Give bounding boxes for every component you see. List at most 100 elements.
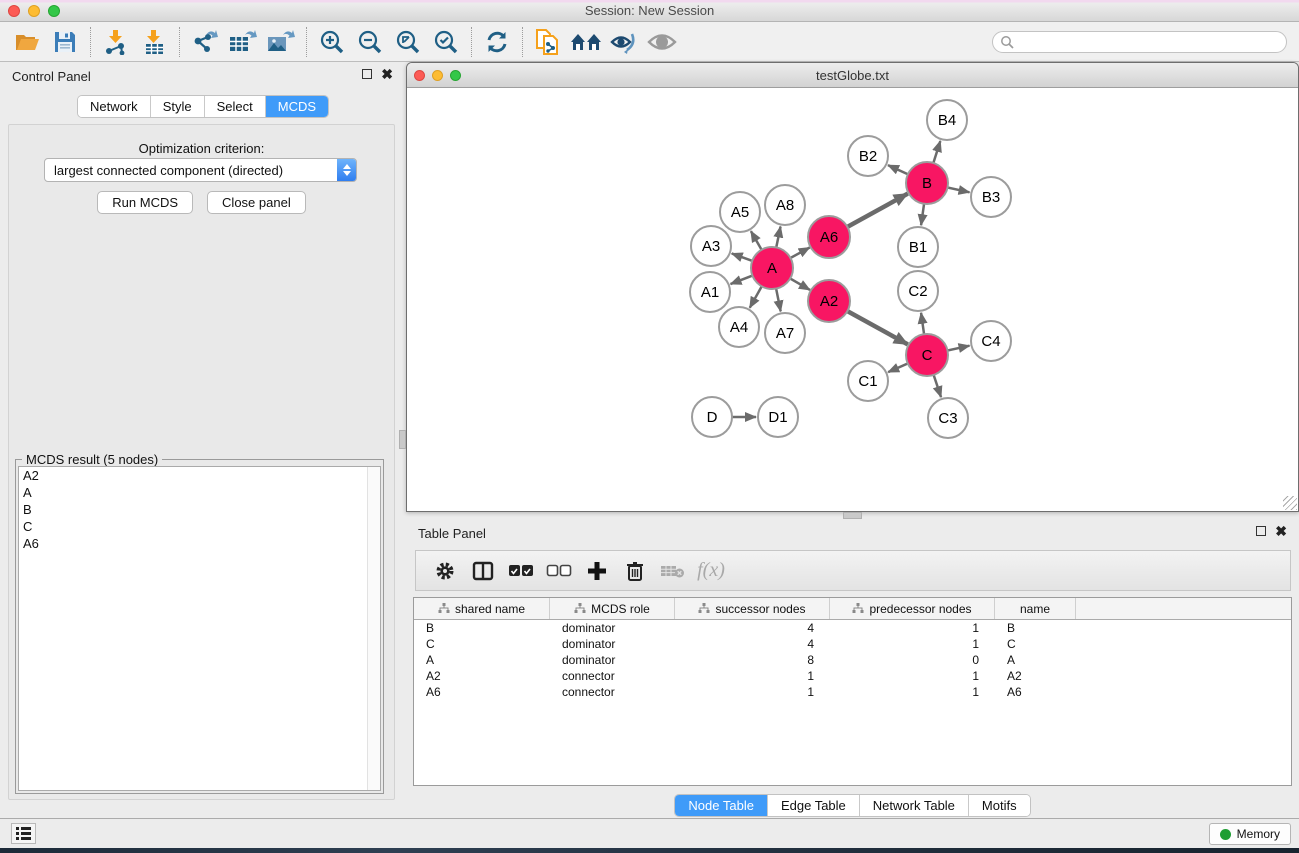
select-all-columns-button[interactable] bbox=[504, 555, 538, 587]
table-cell[interactable]: A bbox=[995, 652, 1076, 668]
import-table-button[interactable] bbox=[135, 25, 173, 59]
table-row[interactable]: A2connector11A2 bbox=[414, 668, 1291, 684]
table-cell[interactable]: 1 bbox=[830, 684, 995, 700]
export-table-button[interactable] bbox=[224, 25, 262, 59]
float-table-panel-icon[interactable] bbox=[1256, 526, 1266, 536]
tab-select[interactable]: Select bbox=[205, 96, 266, 117]
column-header[interactable]: successor nodes bbox=[675, 598, 830, 619]
tab-motifs[interactable]: Motifs bbox=[969, 795, 1030, 816]
close-table-panel-icon[interactable]: ✖ bbox=[1275, 526, 1287, 536]
table-cell[interactable]: 0 bbox=[830, 652, 995, 668]
search-field[interactable] bbox=[992, 31, 1287, 53]
mcds-result-item[interactable]: A2 bbox=[19, 467, 380, 484]
column-header[interactable]: MCDS role bbox=[550, 598, 675, 619]
graph-node-C3[interactable]: C3 bbox=[928, 398, 968, 438]
graph-node-A1[interactable]: A1 bbox=[690, 272, 730, 312]
search-input[interactable] bbox=[1014, 33, 1286, 51]
mcds-result-item[interactable]: A6 bbox=[19, 535, 380, 552]
tab-node-table[interactable]: Node Table bbox=[675, 795, 768, 816]
graph-node-C4[interactable]: C4 bbox=[971, 321, 1011, 361]
export-image-button[interactable] bbox=[262, 25, 300, 59]
clone-network-button[interactable] bbox=[529, 25, 567, 59]
panel-splitter-handle[interactable] bbox=[399, 430, 406, 449]
tab-network[interactable]: Network bbox=[78, 96, 151, 117]
column-header[interactable]: shared name bbox=[414, 598, 550, 619]
table-cell[interactable]: B bbox=[414, 620, 550, 636]
table-cell[interactable]: B bbox=[995, 620, 1076, 636]
table-cell[interactable]: 1 bbox=[830, 668, 995, 684]
mcds-result-list[interactable]: A2ABCA6 bbox=[18, 466, 381, 791]
tab-network-table[interactable]: Network Table bbox=[860, 795, 969, 816]
mcds-result-item[interactable]: C bbox=[19, 518, 380, 535]
table-cell[interactable]: C bbox=[414, 636, 550, 652]
home-button[interactable] bbox=[567, 25, 605, 59]
network-window-titlebar[interactable]: testGlobe.txt bbox=[407, 63, 1298, 88]
mcds-result-item[interactable]: B bbox=[19, 501, 380, 518]
export-network-button[interactable] bbox=[186, 25, 224, 59]
table-row[interactable]: A6connector11A6 bbox=[414, 684, 1291, 700]
table-cell[interactable]: connector bbox=[550, 684, 675, 700]
panel-splitter-handle[interactable] bbox=[843, 512, 862, 519]
table-cell[interactable]: A6 bbox=[414, 684, 550, 700]
column-header[interactable]: name bbox=[995, 598, 1076, 619]
close-panel-icon[interactable]: ✖ bbox=[381, 69, 393, 79]
run-mcds-button[interactable]: Run MCDS bbox=[97, 191, 193, 214]
import-network-button[interactable] bbox=[97, 25, 135, 59]
table-cell[interactable]: connector bbox=[550, 668, 675, 684]
table-cell[interactable]: A2 bbox=[414, 668, 550, 684]
graph-node-A[interactable]: A bbox=[751, 247, 793, 289]
graph-node-D1[interactable]: D1 bbox=[758, 397, 798, 437]
table-cell[interactable]: dominator bbox=[550, 620, 675, 636]
graph-node-B3[interactable]: B3 bbox=[971, 177, 1011, 217]
tab-edge-table[interactable]: Edge Table bbox=[768, 795, 860, 816]
table-row[interactable]: Adominator80A bbox=[414, 652, 1291, 668]
graph-node-A6[interactable]: A6 bbox=[808, 216, 850, 258]
graph-node-A7[interactable]: A7 bbox=[765, 313, 805, 353]
zoom-out-button[interactable] bbox=[351, 25, 389, 59]
zoom-selected-button[interactable] bbox=[427, 25, 465, 59]
add-column-button[interactable] bbox=[580, 555, 614, 587]
graph-node-A3[interactable]: A3 bbox=[691, 226, 731, 266]
graph-node-B1[interactable]: B1 bbox=[898, 227, 938, 267]
split-panel-button[interactable] bbox=[466, 555, 500, 587]
tab-style[interactable]: Style bbox=[151, 96, 205, 117]
table-cell[interactable]: 1 bbox=[830, 620, 995, 636]
graph-node-B4[interactable]: B4 bbox=[927, 100, 967, 140]
delete-columns-button[interactable] bbox=[618, 555, 652, 587]
table-cell[interactable]: 1 bbox=[830, 636, 995, 652]
table-cell[interactable]: dominator bbox=[550, 652, 675, 668]
scrollbar-track[interactable] bbox=[367, 467, 380, 790]
open-session-button[interactable] bbox=[8, 25, 46, 59]
graph-node-C1[interactable]: C1 bbox=[848, 361, 888, 401]
graph-node-B2[interactable]: B2 bbox=[848, 136, 888, 176]
graph-node-A2[interactable]: A2 bbox=[808, 280, 850, 322]
hide-graphics-details-button[interactable] bbox=[605, 25, 643, 59]
table-cell[interactable]: 8 bbox=[675, 652, 830, 668]
close-panel-button[interactable]: Close panel bbox=[207, 191, 306, 214]
graph-node-C[interactable]: C bbox=[906, 334, 948, 376]
table-row[interactable]: Cdominator41C bbox=[414, 636, 1291, 652]
table-cell[interactable]: C bbox=[995, 636, 1076, 652]
birds-eye-view-button[interactable] bbox=[643, 25, 681, 59]
memory-button[interactable]: Memory bbox=[1209, 823, 1291, 845]
window-resize-grip[interactable] bbox=[1283, 496, 1297, 510]
graph-node-B[interactable]: B bbox=[906, 162, 948, 204]
tab-mcds[interactable]: MCDS bbox=[266, 96, 328, 117]
graph-node-A4[interactable]: A4 bbox=[719, 307, 759, 347]
graph-node-C2[interactable]: C2 bbox=[898, 271, 938, 311]
unselect-all-columns-button[interactable] bbox=[542, 555, 576, 587]
table-cell[interactable]: A bbox=[414, 652, 550, 668]
zoom-in-button[interactable] bbox=[313, 25, 351, 59]
task-history-button[interactable] bbox=[11, 823, 36, 844]
column-header[interactable]: predecessor nodes bbox=[830, 598, 995, 619]
optimization-criterion-select[interactable]: largest connected component (directed) bbox=[44, 158, 357, 182]
float-panel-icon[interactable] bbox=[362, 69, 372, 79]
graph-node-A5[interactable]: A5 bbox=[720, 192, 760, 232]
graph-node-D[interactable]: D bbox=[692, 397, 732, 437]
mcds-result-item[interactable]: A bbox=[19, 484, 380, 501]
save-session-button[interactable] bbox=[46, 25, 84, 59]
table-cell[interactable]: 4 bbox=[675, 636, 830, 652]
table-cell[interactable]: dominator bbox=[550, 636, 675, 652]
table-cell[interactable]: 4 bbox=[675, 620, 830, 636]
table-row[interactable]: Bdominator41B bbox=[414, 620, 1291, 636]
